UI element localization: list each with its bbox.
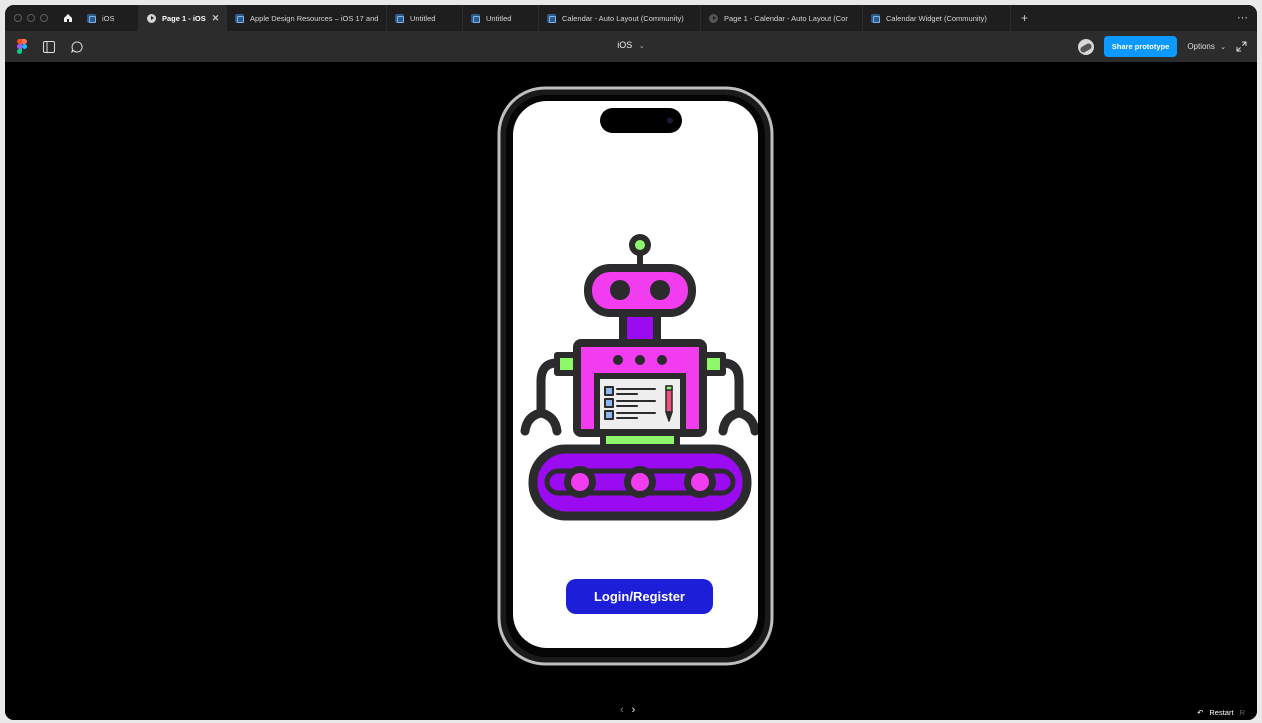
tab-calendar-widget[interactable]: Calendar Widget (Community) — [863, 5, 1011, 31]
tab-page-1-calendar[interactable]: Page 1 - Calendar - Auto Layout (Cor — [701, 5, 863, 31]
prototype-play-icon — [709, 13, 718, 23]
figma-file-icon — [547, 13, 556, 23]
avatar[interactable] — [1077, 38, 1094, 55]
more-icon[interactable]: ⋯ — [1237, 11, 1249, 24]
flow-title-dropdown[interactable]: iOS ⌄ — [5, 40, 1257, 50]
figma-window: iOS Page 1 - iOS ✕ Apple Design Resource… — [5, 5, 1257, 720]
close-window-button[interactable] — [14, 14, 22, 22]
share-prototype-button[interactable]: Share prototype — [1103, 36, 1178, 57]
options-menu[interactable]: Options ⌄ — [1187, 42, 1226, 51]
new-tab-button[interactable]: + — [1011, 11, 1038, 25]
phone-screen: Login/Register — [513, 101, 758, 648]
tab-ios[interactable]: iOS — [79, 5, 139, 31]
tab-page-1-ios[interactable]: Page 1 - iOS ✕ — [139, 5, 227, 31]
next-frame-icon[interactable]: › — [632, 704, 636, 716]
tab-apple-design-resources[interactable]: Apple Design Resources – iOS 17 and — [227, 5, 387, 31]
login-register-button[interactable]: Login/Register — [566, 579, 713, 614]
figma-file-icon — [87, 13, 96, 23]
figma-file-icon — [471, 13, 480, 23]
figma-file-icon — [871, 13, 880, 23]
minimize-window-button[interactable] — [27, 14, 35, 22]
chevron-down-icon: ⌄ — [1220, 44, 1226, 51]
tab-calendar-auto-layout[interactable]: Calendar - Auto Layout (Community) — [539, 5, 701, 31]
expand-icon[interactable] — [1236, 41, 1247, 52]
home-icon — [64, 14, 72, 22]
figma-file-icon — [395, 13, 404, 23]
frame-navigation: ‹ › — [620, 704, 635, 716]
window-controls — [5, 14, 57, 22]
iphone-frame: Login/Register — [496, 85, 775, 667]
tab-untitled-1[interactable]: Untitled — [387, 5, 463, 31]
restart-button[interactable]: ↶ Restart R — [1197, 708, 1245, 717]
prototype-canvas: Login/Register ‹ › ↶ Restart R — [5, 62, 1257, 720]
tab-untitled-2[interactable]: Untitled — [463, 5, 539, 31]
tab-bar: iOS Page 1 - iOS ✕ Apple Design Resource… — [5, 5, 1257, 31]
close-tab-icon[interactable]: ✕ — [212, 13, 220, 24]
restart-icon: ↶ — [1197, 708, 1204, 717]
home-button[interactable] — [57, 5, 79, 31]
chevron-down-icon: ⌄ — [638, 43, 645, 50]
figma-file-icon — [235, 13, 244, 23]
previous-frame-icon[interactable]: ‹ — [620, 704, 624, 716]
zoom-window-button[interactable] — [40, 14, 48, 22]
robot-illustration — [520, 108, 758, 521]
prototype-play-icon — [147, 13, 156, 23]
prototype-toolbar: iOS ⌄ Share prototype Options ⌄ — [5, 31, 1257, 62]
